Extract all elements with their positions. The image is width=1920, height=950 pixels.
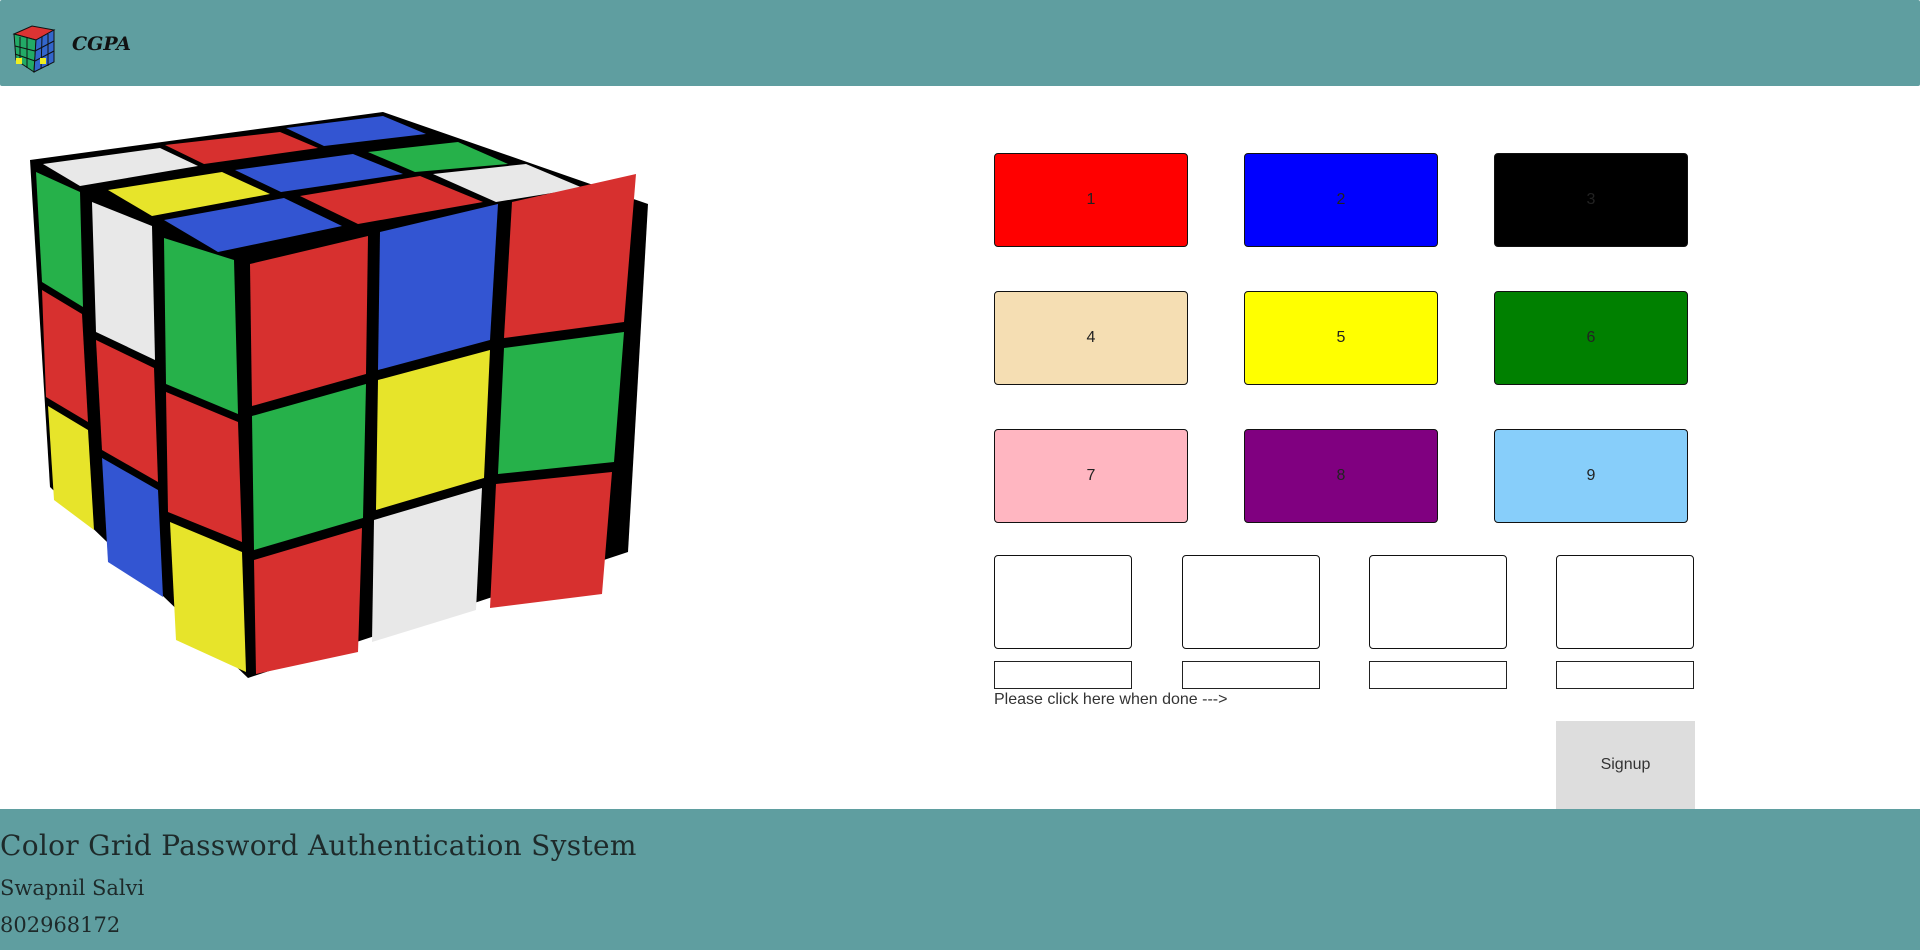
done-hint: Please click here when done ---> [994, 691, 1228, 708]
slot-input-2[interactable] [1182, 661, 1320, 689]
slot-input-3[interactable] [1369, 661, 1507, 689]
footer-phone: 802968172 [0, 913, 121, 937]
color-slot-1[interactable] [994, 555, 1132, 649]
color-button-7[interactable]: 7 [994, 429, 1188, 523]
header-bar: CGPA [0, 0, 1920, 86]
color-slot-2[interactable] [1182, 555, 1320, 649]
color-button-9[interactable]: 9 [1494, 429, 1688, 523]
slot-input-4[interactable] [1556, 661, 1694, 689]
color-button-6[interactable]: 6 [1494, 291, 1688, 385]
color-button-3[interactable]: 3 [1494, 153, 1688, 247]
color-slot-3[interactable] [1369, 555, 1507, 649]
color-button-5[interactable]: 5 [1244, 291, 1438, 385]
rubiks-cube-illustration [30, 112, 648, 678]
footer: Color Grid Password Authentication Syste… [0, 809, 1920, 950]
color-button-4[interactable]: 4 [994, 291, 1188, 385]
signup-button[interactable]: Signup [1556, 721, 1695, 809]
logo-text: CGPA [72, 33, 131, 55]
footer-author: Swapnil Salvi [0, 876, 145, 900]
color-button-1[interactable]: 1 [994, 153, 1188, 247]
rubiks-cube-icon [12, 25, 56, 73]
color-button-8[interactable]: 8 [1244, 429, 1438, 523]
color-slot-4[interactable] [1556, 555, 1694, 649]
slot-input-1[interactable] [994, 661, 1132, 689]
color-button-2[interactable]: 2 [1244, 153, 1438, 247]
footer-title: Color Grid Password Authentication Syste… [0, 829, 637, 862]
